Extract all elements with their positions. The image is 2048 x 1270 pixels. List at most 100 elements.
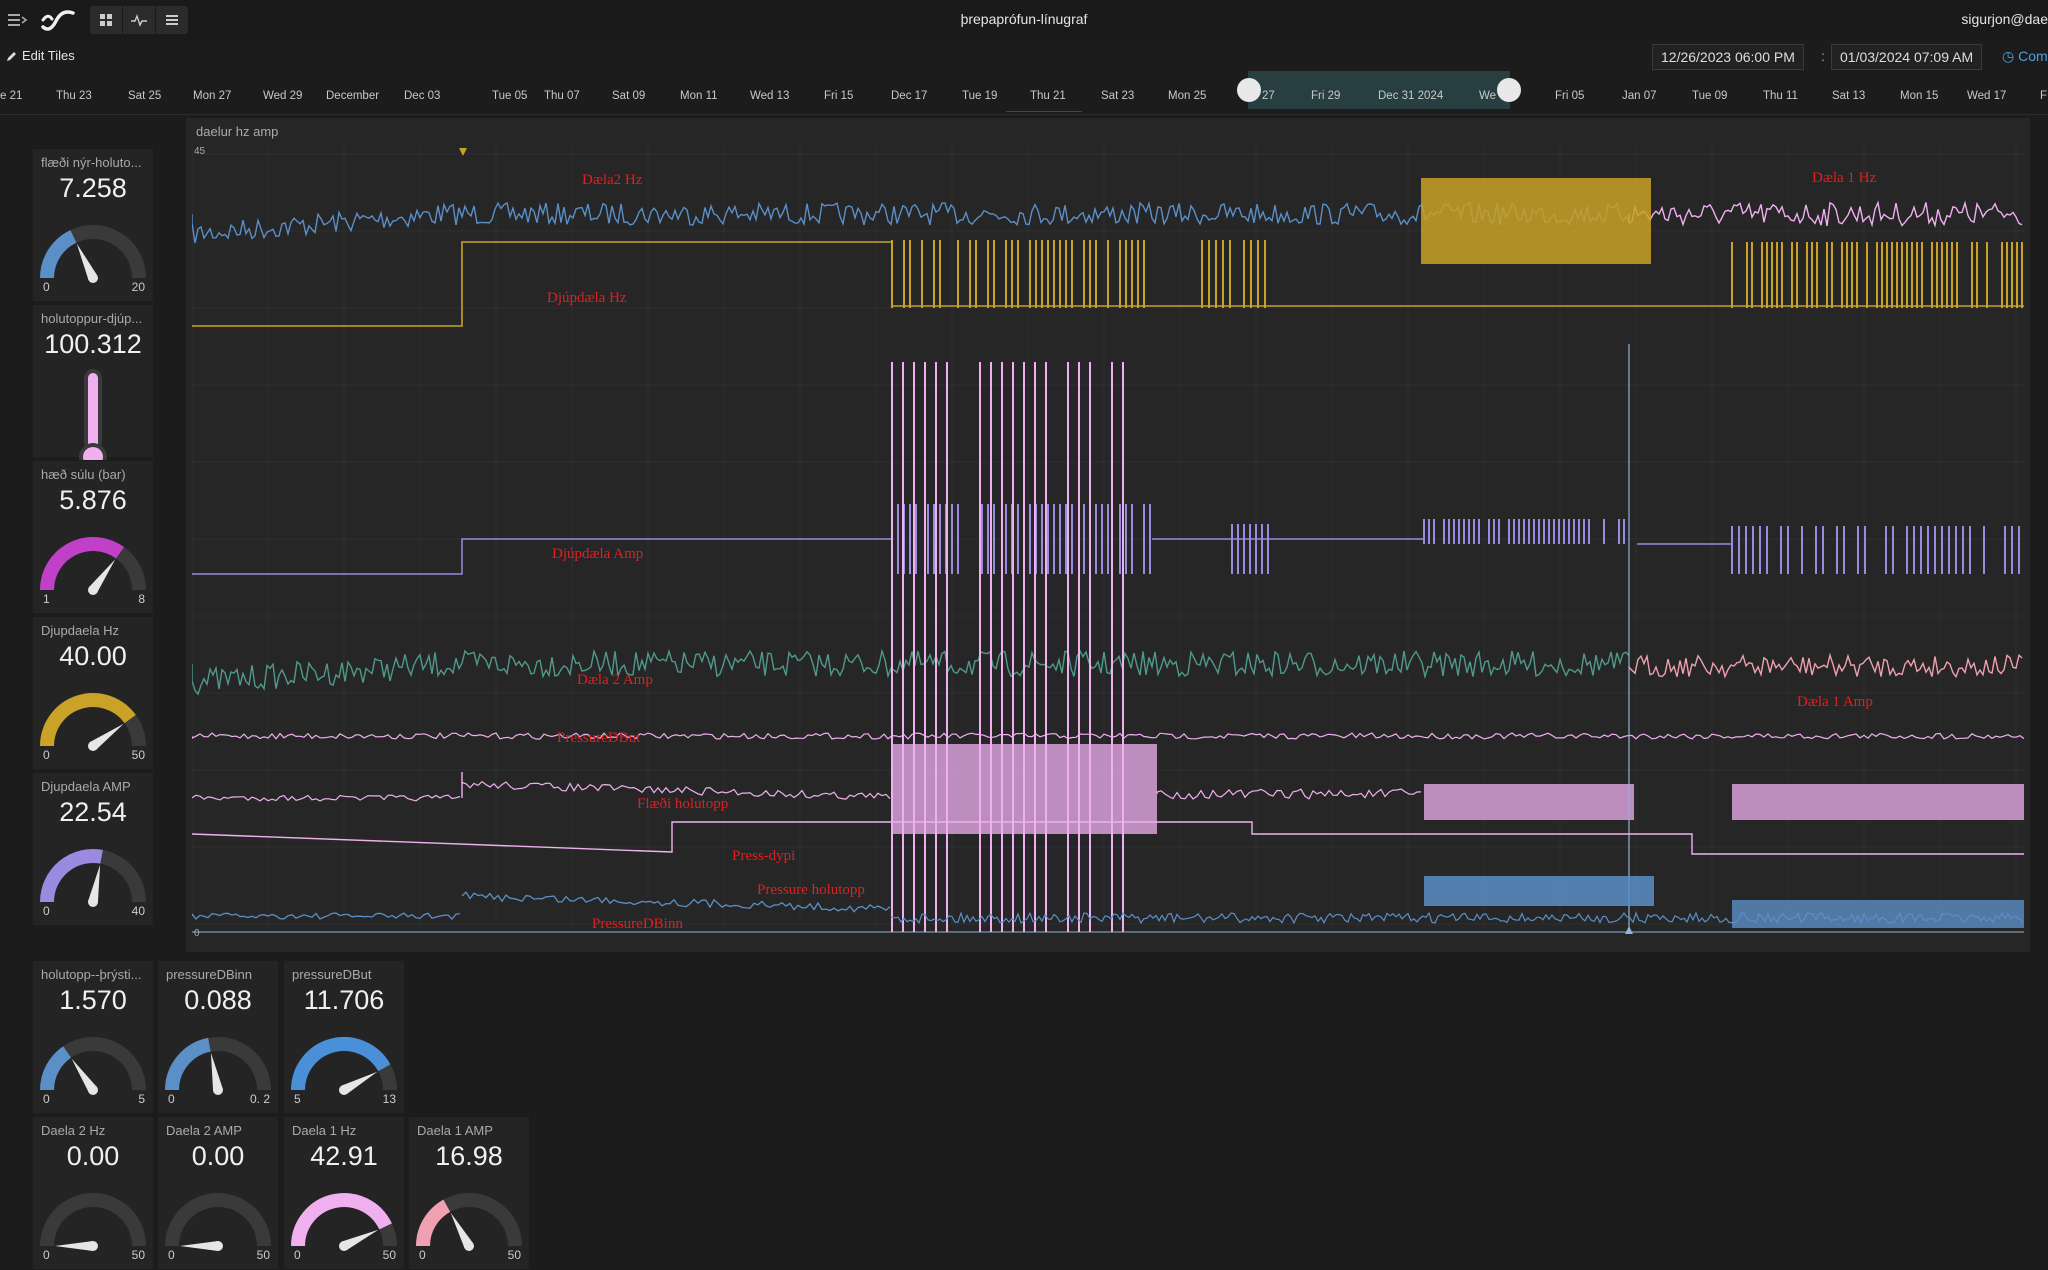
tile-2[interactable]: hæð súlu (bar) 5.876 1 8: [32, 460, 154, 614]
tile-value: 22.54: [59, 797, 127, 827]
date-from-input[interactable]: 12/26/2023 06:00 PM: [1652, 44, 1804, 70]
series-daela1-hz: [1628, 200, 2023, 228]
timeline-tick-label: Mon 11: [680, 90, 718, 102]
tile-label: pressureDBut: [292, 967, 372, 982]
tile-5[interactable]: holutopp--þrýsti... 1.570 0 5: [32, 960, 154, 1114]
series-label: Dæla2 Hz: [582, 172, 643, 188]
tile-label: pressureDBinn: [166, 967, 252, 982]
gauge-min-label: 0: [168, 1092, 175, 1106]
gauge-icon: [416, 1193, 522, 1251]
timeline-tick-label: Thu 21: [1030, 90, 1066, 102]
gauge-max-label: 0. 2: [249, 1092, 270, 1106]
gauge-min-label: 0: [294, 1248, 301, 1262]
timeline-tick-label: Fri 15: [824, 90, 854, 102]
series-label: Djúpdæla Amp: [552, 546, 643, 562]
tile-4[interactable]: Djupdaela AMP 22.54 0 40: [32, 772, 154, 926]
gauge-icon: [40, 537, 146, 595]
tile-1[interactable]: holutoppur-djúp... 100.312: [32, 304, 154, 471]
series-label: Flæði holutopp: [637, 796, 728, 812]
timeline-tick-label: Sat 23: [1101, 90, 1135, 102]
gauge-min-label: 0: [43, 904, 50, 918]
timeline-tick-label: 27: [1262, 90, 1275, 102]
gauge-min-label: 1: [43, 592, 50, 606]
timeline-tick-label: Jan 07: [1622, 90, 1657, 102]
series-djupdaela-amp-bursts: [1423, 519, 1625, 544]
gauge-icon: [40, 693, 146, 751]
marker-icon: [1625, 926, 1633, 934]
thermometer-icon: [79, 369, 107, 471]
tile-10[interactable]: Daela 1 Hz 42.91 0 50: [283, 1116, 405, 1270]
tile-label: Djupdaela Hz: [41, 623, 120, 638]
edit-tiles-label: Edit Tiles: [22, 48, 75, 63]
chart-title: daelur hz amp: [196, 124, 279, 139]
tile-value: 0.088: [184, 985, 252, 1015]
gauge-max-label: 50: [131, 1248, 145, 1262]
timeline-tick-label: Mon 27: [193, 90, 232, 102]
series-pressuredbut: [192, 732, 2024, 740]
tile-label: Daela 1 AMP: [417, 1123, 493, 1138]
tile-label: Daela 2 Hz: [41, 1123, 106, 1138]
timeline-tick-label: Sat 09: [612, 90, 646, 102]
gauge-min-label: 0: [168, 1248, 175, 1262]
gauge-min-label: 0: [43, 280, 50, 294]
tile-value: 11.706: [303, 985, 385, 1015]
timeline-tick-label: F: [2040, 90, 2048, 102]
timeline-tick-label: e 21: [0, 90, 23, 102]
tile-8[interactable]: Daela 2 Hz 0.00 0 50: [32, 1116, 154, 1270]
timeline-tick-label: Fri 29: [1311, 90, 1341, 102]
date-to-input[interactable]: 01/03/2024 07:09 AM: [1831, 44, 1983, 70]
timeline-tick-label: We: [1479, 90, 1497, 102]
gauge-icon: [291, 1193, 397, 1251]
user-account[interactable]: sigurjon@dae: [1961, 11, 2048, 27]
series-djupdaela-amp: [1152, 524, 1425, 540]
compare-button[interactable]: ◷ Com: [2002, 48, 2048, 65]
gauge-icon: [165, 1037, 271, 1095]
gauge-icon: [40, 225, 146, 283]
tile-value: 0.00: [191, 1141, 245, 1171]
timeline-tick-label: Mon 25: [1168, 90, 1207, 102]
timeline-tick-label: Sat 13: [1832, 90, 1866, 102]
series-djupdaela-amp-bursts: [1731, 526, 2020, 574]
timeline-tick-label: Wed 17: [1967, 90, 2007, 102]
tile-11[interactable]: Daela 1 AMP 16.98 0 50: [408, 1116, 530, 1270]
tile-value: 5.876: [59, 485, 127, 515]
tile-label: flæði nýr-holuto...: [41, 155, 142, 170]
timeline-tick-label: Thu 11: [1763, 90, 1798, 102]
gauge-max-label: 50: [382, 1248, 396, 1262]
timeline-tick-label: Mon 15: [1900, 90, 1939, 102]
tile-9[interactable]: Daela 2 AMP 0.00 0 50: [157, 1116, 279, 1270]
timeline-tick-label: Dec 17: [891, 90, 928, 102]
tile-3[interactable]: Djupdaela Hz 40.00 0 50: [32, 616, 154, 770]
pencil-icon: [7, 51, 16, 61]
timeline-drag-grip[interactable]: [1006, 111, 1082, 116]
series-label: Pressure holutopp: [757, 882, 865, 898]
gauge-min-label: 0: [43, 1092, 50, 1106]
edit-tiles-button[interactable]: Edit Tiles: [6, 48, 75, 63]
tile-value: 42.91: [310, 1141, 378, 1171]
line-chart[interactable]: 45 0 Dæla2 Hz Dæla 1 Hz Djúpdæla Hz Djúpdæla …: [192, 144, 2024, 940]
tile-7[interactable]: pressureDBut 11.706 5 13: [283, 960, 405, 1114]
top-bar: þrepaprófun-línugraf sigurjon@dae: [0, 0, 2048, 40]
gauge-max-label: 50: [256, 1248, 270, 1262]
timeline-tick-label: Dec 03: [404, 90, 441, 102]
timeline-tick-label: Wed 29: [263, 90, 303, 102]
series-djupdaela-amp: [192, 538, 892, 575]
series-djupdaela-hz-bursts: [1731, 242, 2023, 308]
series-daela2-hz: [192, 200, 1630, 244]
gauge-max-label: 50: [507, 1248, 521, 1262]
tile-6[interactable]: pressureDBinn 0.088 0 0. 2: [157, 960, 279, 1114]
tile-label: hæð súlu (bar): [41, 467, 126, 482]
gauge-icon: [40, 1037, 146, 1095]
series-flaedi-holutopp: [1156, 788, 1422, 800]
series-pressure-holutopp-burst: [1424, 876, 1654, 906]
tile-0[interactable]: flæði nýr-holuto... 7.258 0 20: [32, 148, 154, 302]
gauge-max-label: 50: [131, 748, 145, 762]
tile-value: 7.258: [59, 173, 127, 203]
timeline-tick-label: Fri 05: [1555, 90, 1585, 102]
series-label: Dæla 1 Amp: [1797, 694, 1873, 710]
series-flaedi-holutopp-burst: [1732, 784, 2024, 820]
timeline-tick-label: Sat 25: [128, 90, 162, 102]
line-chart-tile: daelur hz amp 45 0 Dæla2 Hz Dæla 1 Hz Djúpdæ…: [186, 118, 2030, 952]
timeline-tick-label: Tue 05: [492, 90, 528, 102]
tile-value: 100.312: [44, 329, 142, 359]
